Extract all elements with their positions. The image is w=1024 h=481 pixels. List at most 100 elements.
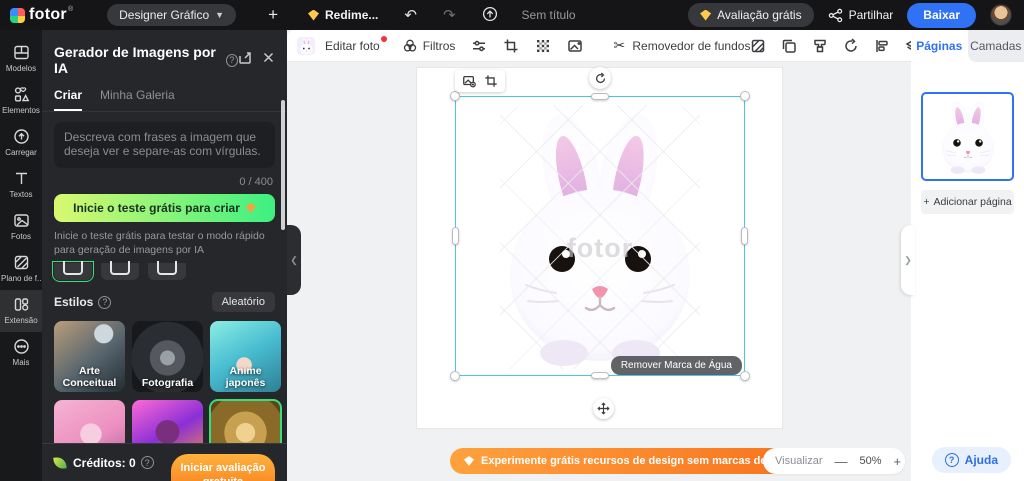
styles-heading: Estilos — [54, 295, 94, 310]
credits-bar: Créditos: 0 ? Iniciar avaliação gratuita — [42, 443, 287, 481]
tab-criar[interactable]: Criar — [54, 88, 83, 111]
question-icon[interactable]: ? — [140, 456, 154, 469]
style-card-arte-conceitual[interactable]: Arte Conceitual — [54, 321, 125, 393]
tab-camadas[interactable]: Camadas — [967, 30, 1024, 62]
tab-minha-galeria[interactable]: Minha Galeria — [100, 88, 175, 111]
bg-remover-button[interactable]: ✂ Removedor de fundos — [611, 37, 751, 54]
resize-handle-w[interactable] — [452, 227, 459, 245]
aspect-ratio-option-2[interactable] — [101, 261, 139, 281]
download-button[interactable]: Baixar — [907, 2, 976, 28]
gem-icon — [464, 456, 474, 466]
question-icon[interactable]: ? — [225, 53, 238, 67]
fotor-logo[interactable]: fotor ® — [10, 6, 73, 24]
document-title[interactable]: Sem título — [522, 8, 576, 22]
cloud-upload-button[interactable] — [482, 6, 498, 25]
resize-handle-sw[interactable] — [450, 371, 460, 381]
tab-paginas[interactable]: Páginas — [911, 30, 968, 62]
sidebar-item-elementos[interactable]: Elementos — [0, 80, 42, 122]
rotate-handle-icon[interactable] — [589, 67, 611, 89]
sidebar-item-carregar[interactable]: Carregar — [0, 122, 42, 164]
remove-watermark-button[interactable]: Remover Marca de Água — [610, 356, 742, 375]
move-handle-icon[interactable] — [593, 398, 614, 419]
resize-handle-nw[interactable] — [450, 91, 460, 101]
panel-tabs: Criar Minha Galeria — [42, 76, 287, 112]
share-label: Partilhar — [848, 8, 894, 22]
preview-button[interactable]: Visualizar — [775, 455, 823, 467]
topbar-right: Avaliação grátis Partilhar Baixar — [688, 2, 1012, 28]
sidebar-item-plano-de-fundo[interactable]: Plano de f... — [0, 248, 42, 290]
page-thumbnail[interactable] — [921, 92, 1014, 181]
sidebar-item-textos[interactable]: Textos — [0, 164, 42, 206]
redeem-button[interactable]: Redime... — [308, 8, 378, 22]
sidebar-item-extensao[interactable]: Extensão — [0, 290, 42, 332]
cta-note: Inicie o teste grátis para testar o modo… — [54, 230, 265, 257]
aspect-ratio-options — [42, 257, 287, 283]
add-page-label: Adicionar página — [933, 196, 1012, 208]
aspect-ratio-option-3[interactable] — [148, 261, 186, 281]
adjust-icon[interactable] — [471, 38, 487, 54]
zoom-level: 50% — [859, 455, 882, 467]
avatar[interactable] — [990, 4, 1012, 26]
mosaic-icon[interactable] — [535, 38, 551, 54]
share-button[interactable]: Partilhar — [828, 8, 894, 23]
filters-button[interactable]: Filtros — [402, 38, 456, 54]
style-name: Fotografia — [141, 377, 194, 390]
selection-box[interactable]: fotor Remover Marca de Água — [450, 67, 750, 381]
add-page-button[interactable]: + Adicionar página — [921, 190, 1014, 214]
rotate-icon[interactable] — [843, 37, 859, 54]
chevron-down-icon: ▼ — [215, 10, 225, 20]
aspect-ratio-option-1[interactable] — [52, 261, 94, 283]
rabbit-image[interactable]: fotor — [500, 105, 700, 369]
question-icon: ? — [944, 453, 959, 467]
crop-icon[interactable] — [503, 38, 519, 54]
trial-button[interactable]: Avaliação grátis — [688, 3, 814, 27]
zoom-out-button[interactable]: — — [835, 454, 848, 469]
export-icon[interactable] — [238, 51, 252, 70]
sidebar-item-label: Extensão — [4, 316, 38, 325]
align-icon[interactable] — [874, 38, 890, 54]
resize-handle-se[interactable] — [740, 371, 750, 381]
new-design-button[interactable]: + — [268, 5, 278, 25]
transparency-icon[interactable] — [750, 38, 766, 54]
fotor-logo-icon — [10, 8, 25, 23]
sidebar-item-fotos[interactable]: Fotos — [0, 206, 42, 248]
collapse-left-panel-handle[interactable]: ❮ — [287, 225, 301, 295]
random-style-button[interactable]: Aleatório — [211, 292, 275, 313]
format-painter-icon[interactable] — [812, 38, 828, 54]
text-icon — [13, 170, 30, 187]
edit-photo-button[interactable]: Editar foto — [325, 35, 387, 53]
redo-button[interactable]: ↷ — [443, 8, 456, 23]
help-button[interactable]: ? Ajuda — [931, 447, 1011, 473]
crop-icon[interactable] — [484, 74, 498, 88]
duplicate-icon[interactable] — [781, 38, 797, 54]
replace-image-icon[interactable] — [567, 38, 583, 54]
style-card-anime-japones[interactable]: Anime japonês — [210, 321, 281, 393]
filters-label: Filtros — [422, 38, 456, 53]
cta-label: Inicie o teste grátis para criar — [73, 201, 240, 215]
zoom-in-button[interactable]: + — [894, 454, 902, 469]
undo-button[interactable]: ↶ — [404, 8, 417, 23]
style-card-fotografia[interactable]: Fotografia — [132, 321, 203, 393]
close-icon[interactable] — [262, 51, 275, 70]
resize-handle-n[interactable] — [591, 93, 609, 100]
resize-handle-ne[interactable] — [740, 91, 750, 101]
prompt-input[interactable] — [54, 122, 275, 168]
replace-image-icon[interactable] — [462, 74, 476, 88]
resize-handle-e[interactable] — [741, 227, 748, 245]
style-name: Anime japonês — [225, 365, 266, 390]
panel-scrollbar[interactable] — [281, 100, 285, 230]
notification-dot — [380, 35, 387, 42]
tool-switcher[interactable]: Designer Gráfico ▼ — [107, 4, 237, 26]
collapse-right-panel-handle[interactable]: ❯ — [901, 225, 915, 295]
resize-handle-s[interactable] — [591, 372, 609, 379]
promo-button[interactable]: Experimente grátis recursos de design se… — [450, 448, 810, 474]
registered-mark: ® — [67, 6, 74, 13]
background-icon — [13, 254, 30, 271]
sidebar-item-mais[interactable]: Mais — [0, 332, 42, 374]
sidebar-item-modelos[interactable]: Modelos — [0, 38, 42, 80]
zoom-controls: Visualizar — 50% + — [763, 448, 905, 474]
tool-switcher-label: Designer Gráfico — [119, 8, 210, 22]
question-icon[interactable]: ? — [98, 295, 112, 309]
start-trial-create-button[interactable]: Inicie o teste grátis para criar — [54, 194, 275, 222]
start-free-trial-button[interactable]: Iniciar avaliação gratuita — [171, 453, 275, 481]
